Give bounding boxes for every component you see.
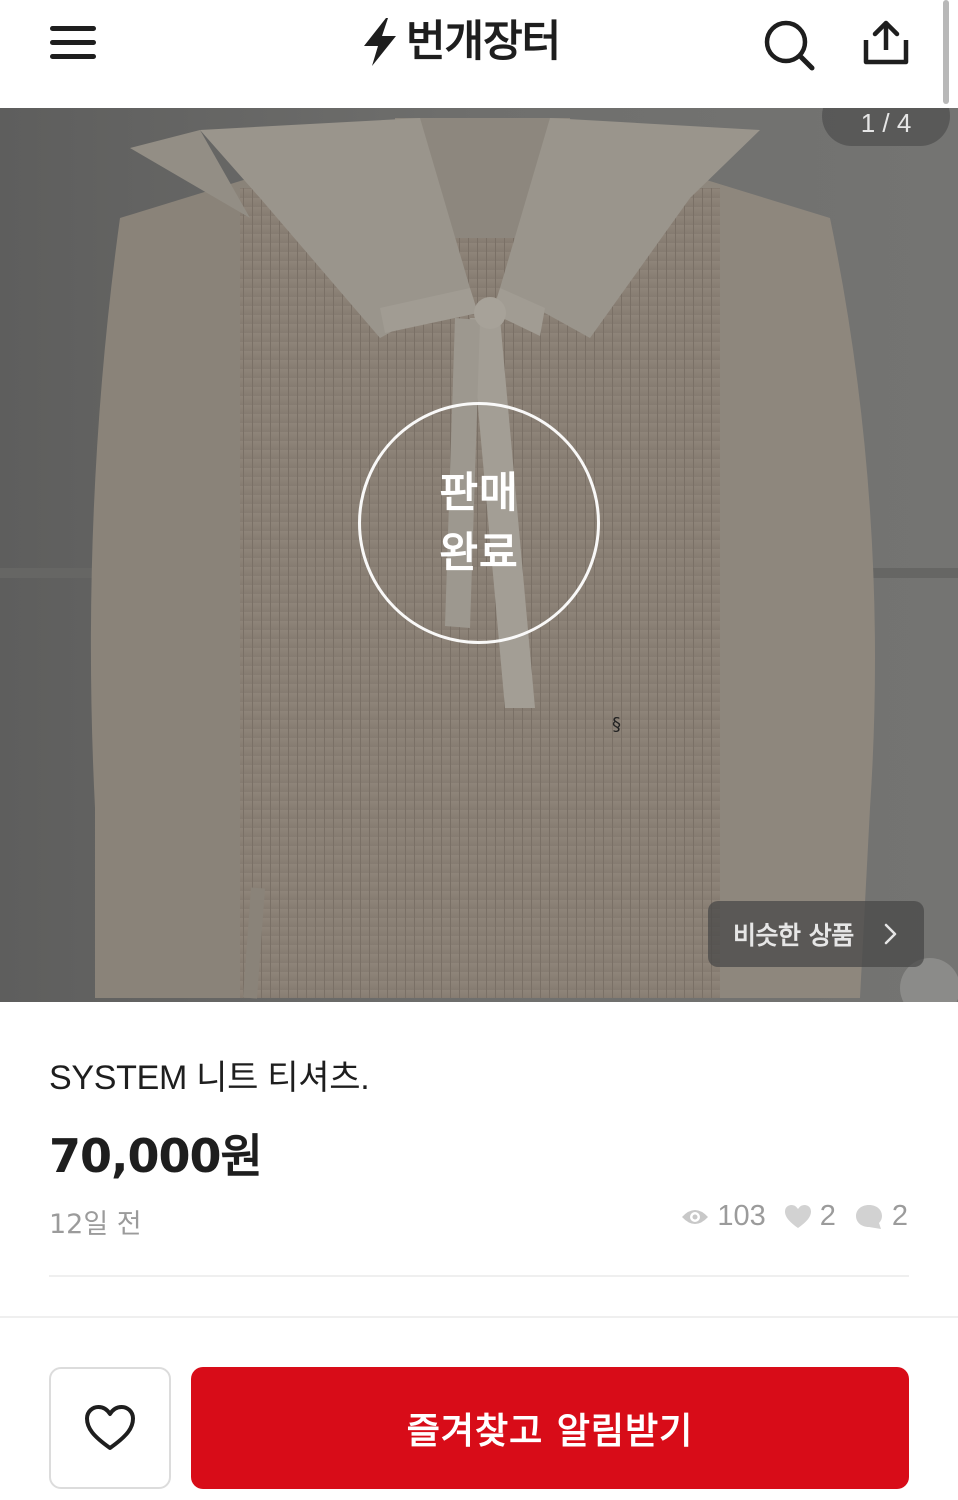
chat-bubble-icon xyxy=(855,1204,882,1229)
search-icon[interactable] xyxy=(760,16,816,72)
eye-icon xyxy=(682,1209,709,1224)
sold-label-line1: 판매 xyxy=(439,468,519,517)
chat-count: 2 xyxy=(891,1200,908,1232)
hamburger-menu-icon[interactable] xyxy=(50,24,98,64)
product-price: 70,000원 xyxy=(49,1129,263,1183)
similar-items-label: 비슷한 상품 xyxy=(733,921,854,950)
sold-out-badge: 판매 완료 xyxy=(358,402,600,644)
divider xyxy=(49,1275,909,1277)
heart-outline-icon xyxy=(85,1405,135,1450)
heart-filled-icon xyxy=(784,1204,811,1228)
chat-count-stat: 2 xyxy=(854,1200,908,1233)
product-title: SYSTEM 니트 티셔츠. xyxy=(49,1059,370,1097)
similar-items-button[interactable]: 비슷한 상품 xyxy=(708,901,924,967)
top-header: 번개장터 xyxy=(0,0,958,108)
favorite-and-notify-button[interactable]: 즐겨찾고 알림받기 xyxy=(191,1367,909,1489)
share-icon[interactable] xyxy=(858,16,914,72)
chevron-right-icon xyxy=(884,923,897,945)
view-count-stat: 103 xyxy=(681,1200,766,1233)
lightning-bolt-icon xyxy=(364,18,396,66)
app-logo[interactable]: 번개장터 xyxy=(358,14,561,70)
page-scrollbar[interactable] xyxy=(943,0,949,104)
posted-time: 12일 전 xyxy=(49,1209,142,1240)
like-button[interactable] xyxy=(49,1367,171,1489)
product-stats: 103 2 2 xyxy=(663,1200,908,1233)
like-count-stat: 2 xyxy=(784,1200,836,1233)
like-count: 2 xyxy=(819,1200,836,1232)
product-image-gallery[interactable]: § 1 / 4 판매 완료 비슷한 상품 xyxy=(0,108,958,1002)
logo-text: 번개장터 xyxy=(406,16,561,67)
section-divider xyxy=(0,1316,958,1318)
sold-label-line2: 완료 xyxy=(439,528,519,577)
image-counter: 1 / 4 xyxy=(822,108,950,146)
view-count: 103 xyxy=(717,1200,766,1232)
